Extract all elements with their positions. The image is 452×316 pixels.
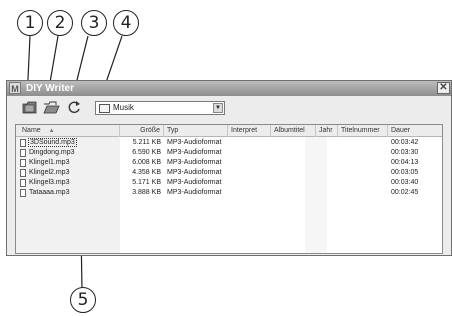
file-type: MP3-Audioformat: [167, 149, 222, 156]
column-header-jahr[interactable]: Jahr: [316, 125, 338, 137]
file-name-text: Klingel1.mp3: [29, 159, 70, 166]
audio-file-icon: [20, 149, 26, 157]
column-header-name[interactable]: Name ▲: [16, 125, 120, 137]
file-duration: 00:03:40: [391, 179, 419, 186]
file-name: Klingel1.mp3: [29, 158, 69, 168]
toolbar: Musik ▼: [7, 97, 451, 119]
file-type: MP3-Audioformat: [167, 189, 222, 196]
table-row[interactable]: 3DSound.mp3 5.211 KB MP3-Audioformat 00:03:…: [16, 138, 442, 148]
table-row[interactable]: Tataaaa.mp3 3.888 KB MP3-Audioformat 00:02:…: [16, 188, 442, 198]
close-button[interactable]: ✕: [437, 82, 450, 94]
column-header-interpret[interactable]: Interpret: [228, 125, 271, 137]
audio-file-icon: [20, 189, 26, 197]
folder-select[interactable]: Musik ▼: [95, 101, 225, 115]
file-name-text: Klingel2.mp3: [29, 169, 70, 176]
table-row[interactable]: Dingdong.mp3 6.590 KB MP3-Audioformat 00:03…: [16, 148, 442, 158]
file-duration: 00:03:42: [391, 139, 419, 146]
table-row[interactable]: Klingel2.mp3 4.358 KB MP3-Audioformat 00:03…: [16, 168, 442, 178]
file-type: MP3-Audioformat: [167, 159, 222, 166]
callout-4: 4: [113, 10, 139, 36]
file-name: 3DSound.mp3: [28, 138, 77, 148]
file-name-text: 3DSound.mp3: [28, 138, 77, 147]
file-name: Dingdong.mp3: [29, 148, 75, 158]
file-size: 4.358 KB: [132, 169, 161, 176]
file-name: Tataaaa.mp3: [29, 188, 69, 198]
audio-file-icon: [20, 139, 26, 147]
folder-icon: [99, 104, 110, 113]
app-window: M DIY Writer ✕ Musik ▼ Name ▲ Größe Typ …: [6, 80, 452, 256]
open-folder-icon[interactable]: [43, 100, 60, 115]
file-list[interactable]: Name ▲ Größe Typ Interpret Albumtitel Ja…: [15, 124, 443, 254]
column-header-dauer[interactable]: Dauer: [388, 125, 442, 137]
file-type: MP3-Audioformat: [167, 179, 222, 186]
column-header-type[interactable]: Typ: [164, 125, 228, 137]
cd-folder-icon[interactable]: [21, 100, 38, 115]
window-title: DIY Writer: [26, 83, 74, 94]
file-name-text: Klingel3.mp3: [29, 179, 70, 186]
callout-1: 1: [17, 10, 43, 36]
table-row[interactable]: Klingel1.mp3 6.008 KB MP3-Audioformat 00:04…: [16, 158, 442, 168]
file-name: Klingel2.mp3: [29, 168, 69, 178]
file-size: 3.888 KB: [132, 189, 161, 196]
file-type: MP3-Audioformat: [167, 169, 222, 176]
file-name-text: Tataaaa.mp3: [29, 189, 70, 196]
sort-ascending-icon: ▲: [48, 128, 55, 134]
callout-5: 5: [70, 287, 96, 313]
file-name: Klingel3.mp3: [29, 178, 69, 188]
column-header-size[interactable]: Größe: [120, 125, 164, 137]
file-name-text: Dingdong.mp3: [29, 149, 75, 156]
table-row[interactable]: Klingel3.mp3 5.171 KB MP3-Audioformat 00:03…: [16, 178, 442, 188]
audio-file-icon: [20, 159, 26, 167]
column-header-label: Name: [22, 127, 41, 134]
callout-3: 3: [81, 10, 107, 36]
file-duration: 00:03:30: [391, 149, 419, 156]
list-header: Name ▲ Größe Typ Interpret Albumtitel Ja…: [16, 125, 442, 137]
file-duration: 00:04:13: [391, 159, 419, 166]
column-header-albumtitel[interactable]: Albumtitel: [271, 125, 316, 137]
file-duration: 00:03:05: [391, 169, 419, 176]
column-header-titelnummer[interactable]: Titelnummer: [338, 125, 388, 137]
file-type: MP3-Audioformat: [167, 139, 222, 146]
folder-select-value: Musik: [113, 103, 134, 112]
file-size: 5.211 KB: [132, 139, 161, 146]
callout-2: 2: [47, 10, 73, 36]
app-logo-icon: M: [9, 82, 21, 94]
file-duration: 00:02:45: [391, 189, 419, 196]
title-bar: M DIY Writer ✕: [7, 81, 451, 96]
audio-file-icon: [20, 169, 26, 177]
chevron-down-icon[interactable]: ▼: [213, 103, 223, 113]
audio-file-icon: [20, 179, 26, 187]
file-size: 6.008 KB: [132, 159, 161, 166]
file-size: 6.590 KB: [132, 149, 161, 156]
refresh-icon[interactable]: [66, 100, 83, 115]
file-size: 5.171 KB: [132, 179, 161, 186]
